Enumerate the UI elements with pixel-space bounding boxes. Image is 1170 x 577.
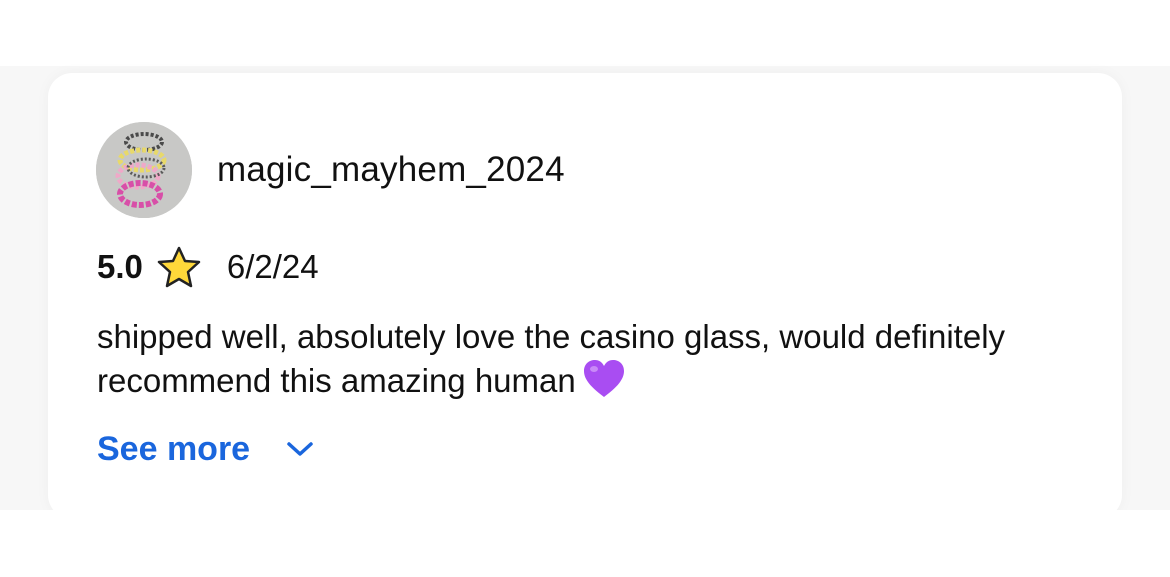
chevron-down-icon [287, 442, 313, 456]
reviewer-username[interactable]: magic_mayhem_2024 [217, 150, 565, 190]
rating-row: 5.0 6/2/24 [97, 246, 319, 288]
avatar-image-icon [96, 122, 192, 218]
review-text: shipped well, absolutely love the casino… [97, 318, 1006, 399]
bottom-area [0, 510, 1170, 577]
page: magic_mayhem_2024 5.0 6/2/24 shipped wel… [0, 0, 1170, 577]
rating-value: 5.0 [97, 248, 143, 285]
review-text-block: shipped well, absolutely love the casino… [97, 315, 1057, 402]
review-date: 6/2/24 [226, 248, 319, 285]
see-more-label: See more [97, 429, 251, 468]
avatar[interactable] [96, 122, 192, 218]
purple-heart-icon [583, 360, 624, 397]
star-icon [157, 246, 201, 288]
see-more-button[interactable]: See more [97, 428, 314, 470]
